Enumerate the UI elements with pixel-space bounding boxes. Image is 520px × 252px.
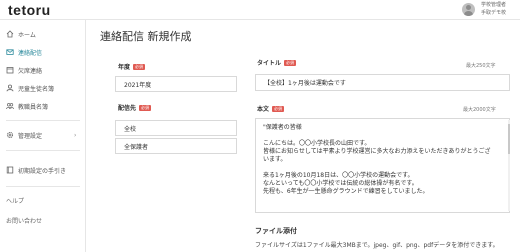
divider (6, 120, 80, 121)
sidebar-item-label: 連絡配信 (18, 49, 43, 57)
sidebar-item-label: ホーム (18, 31, 36, 39)
calendar-icon (6, 66, 14, 74)
sidebar-item-home[interactable]: ホーム (0, 27, 85, 41)
user-role: 学校管理者 (481, 2, 507, 8)
sidebar-item-guide[interactable]: 初期設定の手引き (0, 163, 85, 177)
user-school: 手取デモ校 (481, 10, 507, 16)
chevron-right-icon: › (74, 131, 77, 139)
page-title: 連絡配信 新規作成 (100, 30, 192, 43)
recipient-chip[interactable]: 全校 (115, 120, 237, 136)
help-link[interactable]: ヘルプ (6, 196, 24, 205)
required-badge: 必須 (133, 63, 146, 70)
book-icon (6, 166, 14, 174)
required-badge: 必須 (284, 59, 297, 66)
sidebar-item-staff[interactable]: 教職員名簿 (0, 99, 85, 113)
app-logo[interactable]: tetoru (8, 2, 51, 18)
title-label: タイトル 必須 (257, 59, 297, 67)
sidebar-item-students[interactable]: 児童生徒名簿 (0, 81, 85, 95)
sidebar-item-label: 初期設定の手引き (18, 167, 67, 175)
top-bar: tetoru 学校管理者 手取デモ校 (0, 0, 520, 20)
sidebar-item-label: 管理設定 (18, 132, 43, 140)
group-icon (6, 102, 14, 110)
sidebar-item-label: 欠席連絡 (18, 67, 43, 75)
year-label: 年度 必須 (118, 63, 146, 71)
sidebar-item-label: 児童生徒名簿 (18, 85, 55, 93)
sidebar-item-label: 教職員名簿 (18, 103, 49, 111)
attachment-title: ファイル添付 (255, 227, 297, 235)
body-textarea[interactable]: "保護者の皆様 こんにちは。〇〇小学校長の山田です。 皆様にお知らせしては平素よ… (255, 118, 510, 213)
contact-link[interactable]: お問い合わせ (6, 216, 42, 225)
sidebar-item-messages[interactable]: 連絡配信 (0, 45, 85, 59)
body-scrollbar-thumb[interactable] (508, 124, 510, 154)
required-badge: 必須 (272, 105, 285, 112)
gear-icon (6, 131, 14, 139)
body-max-length: 最大2000文字 (463, 107, 496, 113)
sidebar-item-settings[interactable]: 管理設定 › (0, 128, 85, 142)
sidebar-item-absence[interactable]: 欠席連絡 (0, 63, 85, 77)
person-icon (6, 84, 14, 92)
sidebar: ホーム 連絡配信 欠席連絡 児童生徒名簿 教職員名簿 管理設定 › 初期設定の手… (0, 20, 86, 252)
recipients-label: 配信先 必須 (118, 104, 152, 112)
divider (6, 150, 80, 151)
mail-icon (6, 48, 14, 56)
home-icon (6, 30, 14, 38)
recipient-chip[interactable]: 全保護者 (115, 138, 237, 154)
body-label: 本文 必須 (257, 105, 285, 113)
divider (6, 186, 80, 187)
required-badge: 必須 (139, 104, 152, 111)
year-select[interactable]: 2021年度 (115, 76, 237, 92)
attachment-note: ファイルサイズは1ファイル最大3MBまで。jpeg、gif、png、pdfデータ… (255, 242, 499, 249)
title-input[interactable]: 【全校】1ヶ月後は運動会です (255, 74, 510, 91)
title-max-length: 最大250文字 (466, 63, 496, 69)
avatar[interactable] (462, 3, 475, 16)
